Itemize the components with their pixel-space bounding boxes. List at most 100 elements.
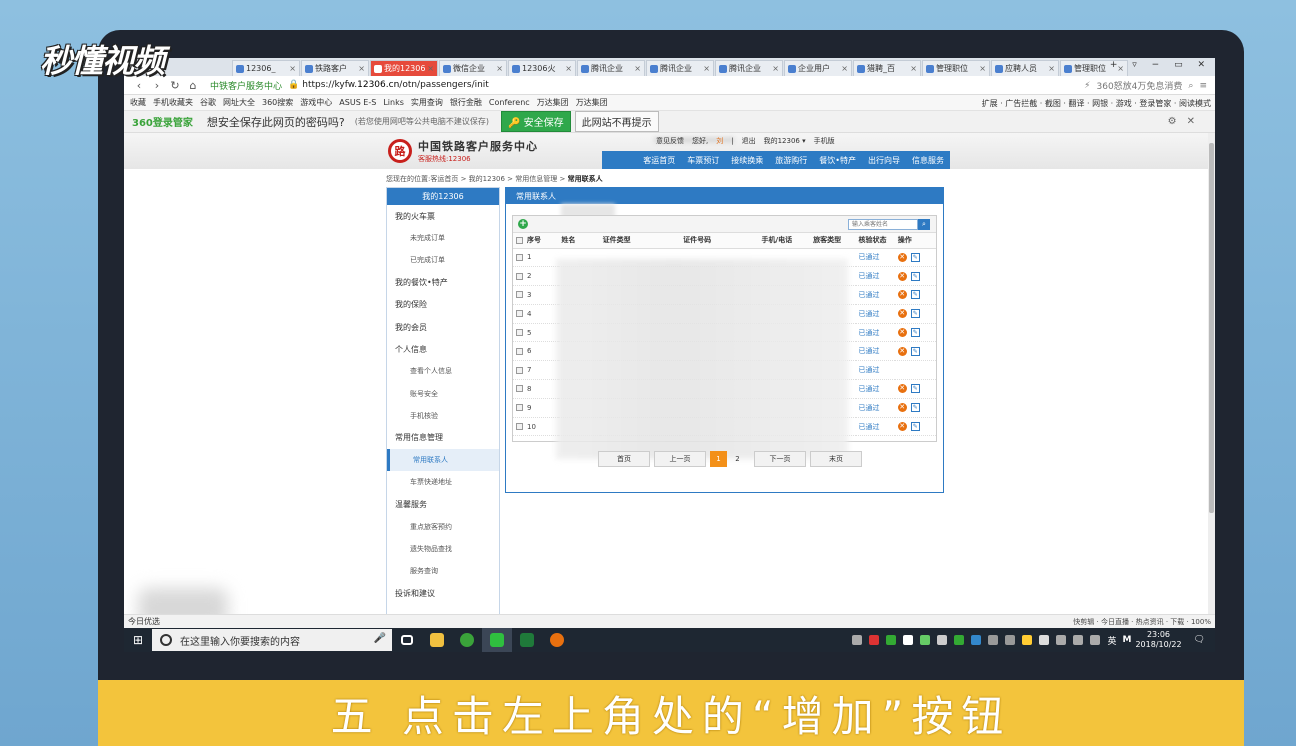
notification-bell-icon[interactable] <box>903 635 914 645</box>
edit-icon[interactable]: ✎ <box>910 422 920 432</box>
edit-icon[interactable]: ✎ <box>910 309 920 319</box>
delete-icon[interactable]: ✕ <box>897 346 907 356</box>
prev-page-button[interactable]: 上一页 <box>654 451 706 467</box>
browser-tab[interactable]: 管理职位 × <box>922 60 990 76</box>
verify-status[interactable]: 已通过 <box>859 404 880 412</box>
browser-tab[interactable]: 腾讯企业 × <box>715 60 783 76</box>
excel-icon[interactable] <box>512 628 542 652</box>
sidebar-item[interactable]: 遗失物品查找 <box>387 538 499 560</box>
site-logo[interactable]: 路 中国铁路客户服务中心 客服热线:12306 <box>388 138 538 164</box>
sidebar-item[interactable]: 投诉和建议 <box>387 582 499 604</box>
verify-status[interactable]: 已通过 <box>859 385 880 393</box>
sidebar-item[interactable]: 已完成订单 <box>387 249 499 271</box>
sidebar-item[interactable]: 常用信息管理 <box>387 427 499 449</box>
tab-close-icon[interactable]: × <box>358 64 365 73</box>
edit-icon[interactable]: ✎ <box>910 252 920 262</box>
row-checkbox[interactable] <box>516 366 523 374</box>
top-link[interactable]: 刘 <box>716 137 723 145</box>
action-center-icon[interactable]: 🗨 <box>1194 635 1205 645</box>
browser-tab[interactable]: 腾讯企业 × <box>577 60 645 76</box>
verify-status[interactable]: 已通过 <box>859 291 880 299</box>
bookmark-item[interactable]: 手机收藏夹 <box>153 97 193 108</box>
delete-icon[interactable]: ✕ <box>897 252 907 262</box>
search-input[interactable]: 输入乘客姓名 <box>848 219 918 230</box>
verify-status[interactable]: 已通过 <box>859 347 880 355</box>
sidebar-item[interactable]: 手机核验 <box>387 405 499 427</box>
sidebar-item[interactable]: 账号安全 <box>387 383 499 405</box>
tray-app-icon[interactable] <box>1005 635 1016 645</box>
status-left[interactable]: 今日优选 <box>128 616 160 627</box>
clock[interactable]: 23:06 2018/10/22 <box>1135 630 1181 650</box>
search-icon[interactable]: ⌕ <box>1188 81 1193 91</box>
sidebar-header[interactable]: 我的12306 <box>387 188 499 205</box>
bookmark-item[interactable]: 网址大全 <box>223 97 255 108</box>
select-all-checkbox[interactable] <box>516 236 523 244</box>
promo-text[interactable]: 360怒放4万免息消费 <box>1097 79 1183 92</box>
safe-save-button[interactable]: 🔑 安全保存 <box>500 111 571 132</box>
bookmark-item[interactable]: 游戏中心 <box>300 97 332 108</box>
sidebar-item[interactable]: 常用联系人 <box>387 449 499 472</box>
password-bar-close[interactable]: ⚙✕ <box>1168 116 1205 127</box>
verify-status[interactable]: 已通过 <box>859 310 880 318</box>
first-page-button[interactable]: 首页 <box>598 451 650 467</box>
bookmark-item[interactable]: 万达集团 <box>537 97 569 108</box>
last-page-button[interactable]: 末页 <box>810 451 862 467</box>
ime-mode-icon[interactable]: M <box>1122 635 1131 645</box>
row-checkbox[interactable] <box>516 347 523 355</box>
sidebar-item[interactable]: 我的会员 <box>387 316 499 338</box>
tab-close-icon[interactable]: × <box>427 64 434 73</box>
add-contact-icon[interactable]: + <box>518 219 528 229</box>
edit-icon[interactable]: ✎ <box>910 328 920 338</box>
browser-tab[interactable]: 腾讯企业 × <box>646 60 714 76</box>
bolt-icon[interactable]: ⚡ <box>1084 81 1090 91</box>
edit-icon[interactable]: ✎ <box>910 403 920 413</box>
nav-item[interactable]: 出行向导 <box>868 155 900 166</box>
window-controls[interactable]: + ▿ − ▭ ✕ <box>1110 60 1211 70</box>
row-checkbox[interactable] <box>516 404 523 412</box>
top-link[interactable]: 退出 <box>742 137 756 145</box>
row-checkbox[interactable] <box>516 291 523 299</box>
tray-app-icon[interactable] <box>937 635 948 645</box>
tab-close-icon[interactable]: × <box>1048 64 1055 73</box>
top-link[interactable]: | <box>731 137 733 145</box>
bluetooth-icon[interactable] <box>971 635 982 645</box>
edit-icon[interactable]: ✎ <box>910 271 920 281</box>
search-button[interactable]: ⌕ <box>918 219 930 230</box>
tab-close-icon[interactable]: × <box>496 64 503 73</box>
delete-icon[interactable]: ✕ <box>897 422 907 432</box>
verify-status[interactable]: 已通过 <box>859 366 880 374</box>
delete-icon[interactable]: ✕ <box>897 403 907 413</box>
ime-indicator[interactable]: 英 <box>1107 634 1116 647</box>
tab-close-icon[interactable]: × <box>772 64 779 73</box>
delete-icon[interactable]: ✕ <box>897 309 907 319</box>
page-number-button[interactable]: 1 <box>710 451 727 467</box>
nav-item[interactable]: 餐饮•特产 <box>819 155 856 166</box>
top-link[interactable]: 您好, <box>692 137 708 145</box>
reload-icon[interactable]: ↻ <box>168 79 182 92</box>
delete-icon[interactable]: ✕ <box>897 384 907 394</box>
scrollbar[interactable] <box>1208 133 1215 614</box>
bookmark-item[interactable]: Links <box>383 98 404 107</box>
nav-item[interactable]: 信息服务 <box>912 155 944 166</box>
verify-status[interactable]: 已通过 <box>859 423 880 431</box>
tab-close-icon[interactable]: × <box>289 64 296 73</box>
network-icon[interactable] <box>1090 635 1101 645</box>
row-checkbox[interactable] <box>516 329 523 337</box>
page-number-button[interactable]: 2 <box>729 451 746 467</box>
nav-item[interactable]: 接续换乘 <box>731 155 763 166</box>
mic-icon[interactable]: 🎤 <box>374 633 386 644</box>
bookmark-item[interactable]: Conferenc <box>489 98 530 107</box>
sidebar-item[interactable]: 我的保险 <box>387 294 499 316</box>
browser-tab[interactable]: 应聘人员 × <box>991 60 1059 76</box>
browser-tab[interactable]: 12306_ × <box>232 60 300 76</box>
tray-app-icon[interactable] <box>920 635 931 645</box>
sidebar-item[interactable]: 个人信息 <box>387 338 499 360</box>
tray-app-icon[interactable] <box>869 635 880 645</box>
browser-tab[interactable]: 我的12306 × <box>370 60 438 76</box>
delete-icon[interactable]: ✕ <box>897 328 907 338</box>
bookmark-tools[interactable]: 扩展 · 广告拦截 · 截图 · 翻译 · 网银 · 游戏 · 登录管家 · 阅… <box>982 98 1211 109</box>
sidebar-item[interactable]: 温馨服务 <box>387 493 499 515</box>
sidebar-item[interactable]: 我的火车票 <box>387 205 499 227</box>
home-icon[interactable]: ⌂ <box>186 79 200 92</box>
sidebar-item[interactable]: 未完成订单 <box>387 227 499 249</box>
